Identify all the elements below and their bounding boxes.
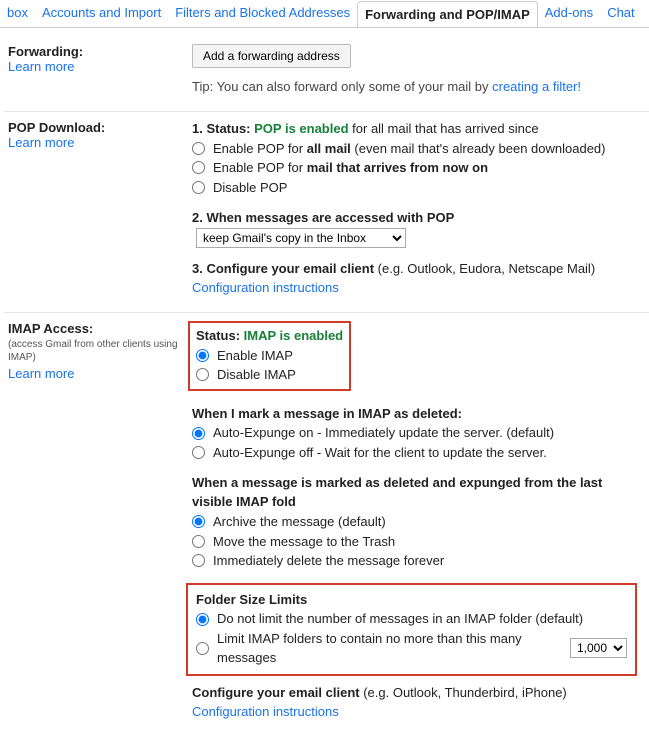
forwarding-learn-more-link[interactable]: Learn more [8,59,74,74]
expunge-archive-radio[interactable] [192,515,205,528]
tab-forwarding[interactable]: Forwarding and POP/IMAP [357,1,538,28]
pop-configure-tail: (e.g. Outlook, Eudora, Netscape Mail) [374,261,595,276]
imap-disable-radio[interactable] [196,368,209,381]
folder-size-highlight: Folder Size Limits Do not limit the numb… [186,583,637,676]
pop-title: POP Download: [8,120,184,135]
add-forwarding-address-button[interactable]: Add a forwarding address [192,44,351,68]
expunge-delete-label: Immediately delete the message forever [213,551,444,571]
forwarding-tip-text: Tip: You can also forward only some of y… [192,79,492,94]
pop-enable-all-label-a: Enable POP for [213,141,307,156]
pop-section: POP Download: Learn more 1. Status: POP … [4,111,649,312]
imap-title: IMAP Access: [8,321,184,336]
pop-config-instructions-link[interactable]: Configuration instructions [192,280,339,295]
pop-enable-all-label-c: (even mail that's already been downloade… [351,141,606,156]
pop-learn-more-link[interactable]: Learn more [8,135,74,150]
folder-size-title: Folder Size Limits [196,591,627,610]
tab-accounts[interactable]: Accounts and Import [35,0,168,27]
folder-limit-label: Limit IMAP folders to contain no more th… [217,629,562,668]
imap-enable-radio[interactable] [196,349,209,362]
folder-nolimit-radio[interactable] [196,613,209,626]
imap-learn-more-link[interactable]: Learn more [8,366,74,381]
creating-filter-link[interactable]: creating a filter! [492,79,581,94]
pop-configure-lead: 3. Configure your email client [192,261,374,276]
imap-mark-title: When I mark a message in IMAP as deleted… [192,405,645,424]
folder-nolimit-label: Do not limit the number of messages in a… [217,609,583,629]
auto-expunge-off-label: Auto-Expunge off - Wait for the client t… [213,443,547,463]
pop-enable-all-label-b: all mail [307,141,351,156]
tab-labs[interactable]: Labs [642,0,649,27]
pop-enable-now-label-b: mail that arrives from now on [307,160,488,175]
pop-status-value: POP is enabled [254,121,348,136]
auto-expunge-off-radio[interactable] [192,446,205,459]
expunge-trash-radio[interactable] [192,535,205,548]
pop-disable-radio[interactable] [192,181,205,194]
pop-enable-now-radio[interactable] [192,161,205,174]
settings-tabs: box Accounts and Import Filters and Bloc… [0,0,649,28]
imap-config-instructions-link[interactable]: Configuration instructions [192,704,339,719]
imap-status-highlight: Status: IMAP is enabled Enable IMAP Disa… [188,321,351,391]
tab-chat[interactable]: Chat [600,0,641,27]
expunge-delete-radio[interactable] [192,554,205,567]
folder-limit-select[interactable]: 1,000 [570,638,627,658]
pop-access-label: 2. When messages are accessed with POP [192,210,454,225]
imap-configure-tail: (e.g. Outlook, Thunderbird, iPhone) [360,685,567,700]
pop-enable-all-radio[interactable] [192,142,205,155]
imap-subtitle: (access Gmail from other clients using I… [8,338,184,364]
pop-status-tail: for all mail that has arrived since [349,121,539,136]
tab-filters[interactable]: Filters and Blocked Addresses [168,0,357,27]
expunge-trash-label: Move the message to the Trash [213,532,395,552]
tab-inbox[interactable]: box [0,0,35,27]
pop-access-select[interactable]: keep Gmail's copy in the Inbox [196,228,406,248]
imap-expunge-title: When a message is marked as deleted and … [192,474,645,512]
forwarding-title: Forwarding: [8,44,184,59]
imap-status-label: Status: [196,328,244,343]
imap-configure-lead: Configure your email client [192,685,360,700]
imap-section: IMAP Access: (access Gmail from other cl… [4,312,649,736]
auto-expunge-on-radio[interactable] [192,427,205,440]
pop-enable-now-label-a: Enable POP for [213,160,307,175]
tab-addons[interactable]: Add-ons [538,0,600,27]
pop-status-label: 1. Status: [192,121,254,136]
folder-limit-radio[interactable] [196,642,209,655]
auto-expunge-on-label: Auto-Expunge on - Immediately update the… [213,423,554,443]
expunge-archive-label: Archive the message (default) [213,512,386,532]
imap-disable-label: Disable IMAP [217,365,296,385]
pop-disable-label: Disable POP [213,178,287,198]
imap-enable-label: Enable IMAP [217,346,293,366]
imap-status-value: IMAP is enabled [244,328,343,343]
forwarding-section: Forwarding: Learn more Add a forwarding … [4,36,649,111]
